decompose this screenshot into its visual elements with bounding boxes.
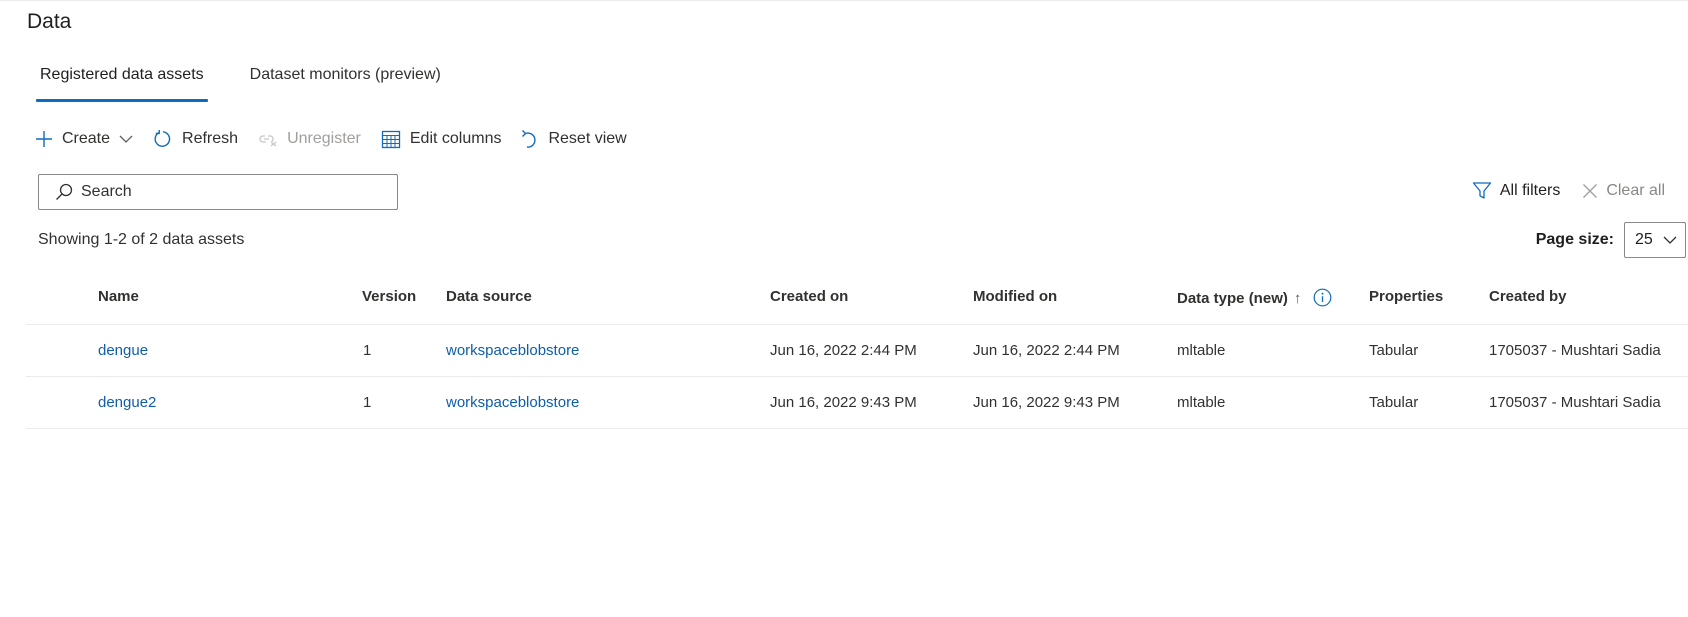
tab-registered-data-assets[interactable]: Registered data assets xyxy=(36,60,208,102)
edit-columns-button[interactable]: Edit columns xyxy=(381,130,502,149)
clear-all-button[interactable]: Clear all xyxy=(1582,182,1665,200)
chevron-down-icon[interactable] xyxy=(119,134,133,144)
refresh-icon xyxy=(154,130,171,147)
properties: Tabular xyxy=(1369,342,1419,359)
close-icon xyxy=(1583,184,1598,198)
data-type: mltable xyxy=(1177,342,1226,359)
all-filters-button[interactable]: All filters xyxy=(1472,181,1560,201)
page-size-value: 25 xyxy=(1635,231,1653,248)
unregister-button-label: Unregister xyxy=(287,130,361,147)
modified-on: Jun 16, 2022 9:43 PM xyxy=(973,394,1120,411)
refresh-button-label: Refresh xyxy=(182,130,239,147)
tab-bar: Registered data assets Dataset monitors … xyxy=(36,60,483,102)
create-button[interactable]: Create xyxy=(35,130,133,148)
page-title: Data xyxy=(27,10,72,33)
filter-icon xyxy=(1472,182,1492,199)
column-header-name[interactable]: Name xyxy=(98,288,139,305)
properties: Tabular xyxy=(1369,394,1419,411)
data-type: mltable xyxy=(1177,394,1226,411)
undo-icon xyxy=(522,130,537,148)
clear-all-label: Clear all xyxy=(1606,182,1665,199)
search-input[interactable] xyxy=(81,183,371,201)
column-header-created-by[interactable]: Created by xyxy=(1489,288,1567,305)
unregister-button[interactable]: Unregister xyxy=(258,130,361,148)
all-filters-label: All filters xyxy=(1499,182,1561,199)
table-header: Name Version Data source Created on Modi… xyxy=(26,275,1688,325)
edit-columns-button-label: Edit columns xyxy=(409,130,502,147)
plus-icon xyxy=(36,131,52,147)
asset-version: 1 xyxy=(363,342,372,359)
table-row[interactable]: dengue 1 workspaceblobstore Jun 16, 2022… xyxy=(26,325,1688,377)
modified-on: Jun 16, 2022 2:44 PM xyxy=(973,342,1120,359)
refresh-button[interactable]: Refresh xyxy=(153,129,238,149)
table-columns-icon xyxy=(381,130,401,148)
reset-view-button[interactable]: Reset view xyxy=(521,129,627,149)
created-on: Jun 16, 2022 9:43 PM xyxy=(770,394,917,411)
page-size-label: Page size: xyxy=(1535,231,1614,248)
filter-bar: All filters Clear all xyxy=(1450,181,1665,201)
page-size-control: Page size: 25 xyxy=(1536,222,1686,258)
tab-dataset-monitors[interactable]: Dataset monitors (preview) xyxy=(246,60,445,102)
data-source-link[interactable]: workspaceblobstore xyxy=(446,342,579,359)
data-assets-table: Name Version Data source Created on Modi… xyxy=(26,275,1688,429)
table-row[interactable]: dengue2 1 workspaceblobstore Jun 16, 202… xyxy=(26,377,1688,429)
unlink-icon xyxy=(259,135,277,147)
asset-name-link[interactable]: dengue2 xyxy=(98,394,156,411)
created-by: 1705037 - Mushtari Sadia xyxy=(1489,342,1661,359)
info-icon[interactable] xyxy=(1313,288,1332,307)
column-header-data-source[interactable]: Data source xyxy=(446,288,532,305)
search-icon xyxy=(56,183,73,200)
command-bar: Create Refresh Unregister Edit columns R… xyxy=(35,124,647,154)
chevron-down-icon xyxy=(1663,236,1677,244)
page-size-select[interactable]: 25 xyxy=(1624,222,1686,258)
asset-name-link[interactable]: dengue xyxy=(98,342,148,359)
sort-ascending-icon: ↑ xyxy=(1293,290,1302,307)
column-header-modified-on[interactable]: Modified on xyxy=(973,288,1057,305)
reset-view-button-label: Reset view xyxy=(548,130,627,147)
created-by: 1705037 - Mushtari Sadia xyxy=(1489,394,1661,411)
column-header-properties[interactable]: Properties xyxy=(1369,288,1443,305)
column-header-data-type[interactable]: Data type (new) ↑ xyxy=(1177,288,1332,307)
data-source-link[interactable]: workspaceblobstore xyxy=(446,394,579,411)
top-divider xyxy=(0,0,1688,1)
results-count: Showing 1-2 of 2 data assets xyxy=(38,231,245,248)
column-header-created-on[interactable]: Created on xyxy=(770,288,848,305)
column-header-data-type-label: Data type (new) xyxy=(1177,290,1288,307)
search-box[interactable] xyxy=(38,174,398,210)
created-on: Jun 16, 2022 2:44 PM xyxy=(770,342,917,359)
create-button-label: Create xyxy=(62,130,111,147)
asset-version: 1 xyxy=(363,394,372,411)
column-header-version[interactable]: Version xyxy=(362,288,416,305)
